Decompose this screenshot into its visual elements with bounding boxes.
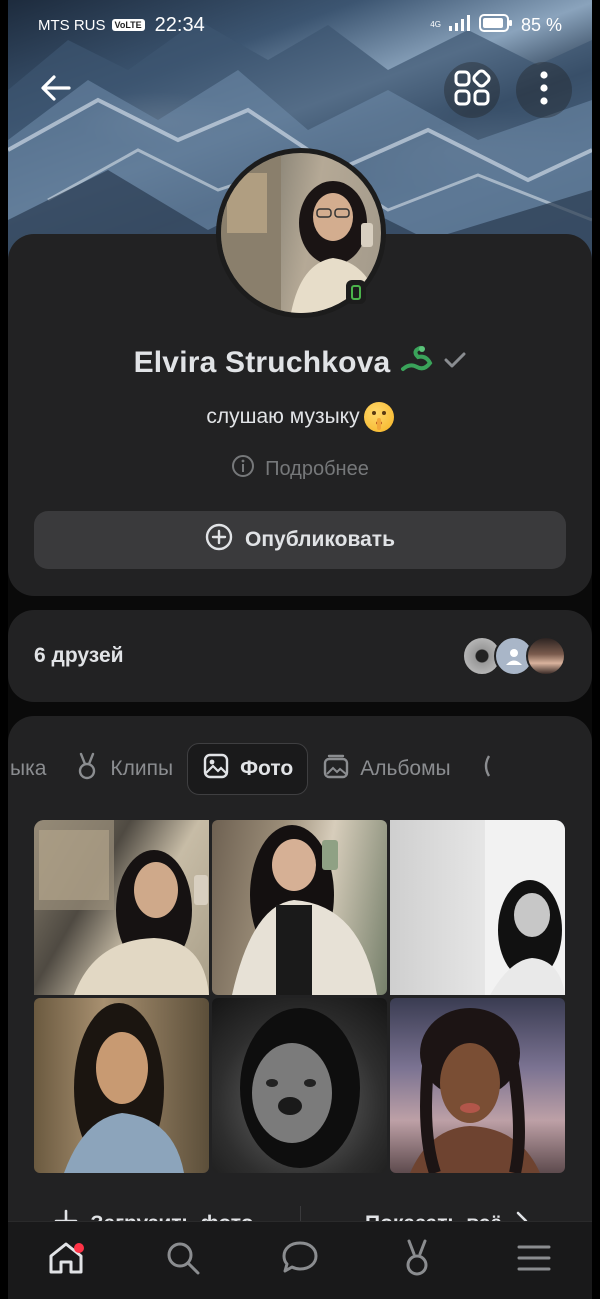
tab-albums-label: Альбомы	[360, 757, 451, 780]
add-circle-icon	[205, 523, 233, 557]
friend-avatar	[526, 636, 566, 676]
profile-status[interactable]: слушаю музыку	[8, 402, 592, 432]
nav-messages[interactable]	[270, 1231, 330, 1291]
screen-edge-right	[592, 0, 600, 1299]
profile-name-row: Elvira Struchkova	[8, 345, 592, 380]
bottom-navigation	[8, 1221, 592, 1299]
tab-clips-label: Клипы	[110, 757, 174, 780]
tab-albums[interactable]: Альбомы	[308, 743, 464, 795]
details-link[interactable]: Подробнее	[8, 454, 592, 484]
messages-icon	[280, 1239, 320, 1282]
photo-icon	[202, 752, 230, 786]
network-type: 4G	[430, 20, 441, 29]
online-mobile-indicator	[346, 280, 366, 304]
nav-clips[interactable]	[387, 1231, 447, 1291]
info-icon	[231, 454, 255, 484]
photo-thumbnail[interactable]	[212, 820, 387, 995]
nav-menu[interactable]	[504, 1231, 564, 1291]
menu-icon	[516, 1243, 552, 1278]
friends-count: 6 друзей	[34, 644, 124, 667]
back-button[interactable]	[28, 62, 84, 118]
albums-icon	[322, 752, 350, 786]
search-icon	[164, 1239, 202, 1282]
media-tabs: ыка Клипы Фото Альбомы	[8, 742, 592, 796]
clips-icon	[74, 752, 100, 786]
dragon-emoji-icon	[400, 345, 434, 380]
shushing-face-emoji-icon	[363, 402, 394, 432]
arrow-left-icon	[39, 73, 73, 108]
friends-card[interactable]: 6 друзей	[8, 610, 592, 702]
carrier-name: MTS RUS	[38, 16, 106, 34]
publish-label: Опубликовать	[245, 528, 395, 551]
photo-thumbnail[interactable]	[390, 820, 565, 995]
photo-thumbnail[interactable]	[390, 998, 565, 1173]
details-label: Подробнее	[265, 457, 369, 480]
apps-grid-icon	[453, 68, 491, 112]
tab-more-partial[interactable]	[465, 743, 507, 795]
services-button[interactable]	[444, 62, 500, 118]
battery-percent: 85 %	[520, 14, 562, 35]
clips-icon	[400, 1238, 434, 1283]
more-vertical-icon	[540, 70, 548, 110]
publish-button[interactable]: Опубликовать	[34, 511, 566, 569]
status-text: слушаю музыку	[206, 405, 360, 428]
system-status-bar: MTS RUS VoLTE 22:34 4G 85 %	[8, 0, 592, 50]
user-placeholder-icon	[506, 649, 522, 665]
tab-music-label: ыка	[10, 757, 47, 780]
photo-thumbnail[interactable]	[34, 998, 209, 1173]
media-card: ыка Клипы Фото Альбомы	[8, 716, 592, 1299]
tab-photos-label: Фото	[240, 757, 294, 780]
nav-search[interactable]	[153, 1231, 213, 1291]
clock: 22:34	[154, 13, 205, 36]
friend-avatars	[462, 636, 566, 676]
photo-thumbnail[interactable]	[34, 820, 209, 995]
nav-home[interactable]	[36, 1231, 96, 1291]
photo-grid	[34, 820, 566, 1173]
verified-check-icon	[444, 351, 466, 374]
more-button[interactable]	[516, 62, 572, 118]
tab-clips[interactable]: Клипы	[60, 743, 187, 795]
photo-thumbnail[interactable]	[212, 998, 387, 1173]
volte-badge: VoLTE	[111, 19, 145, 31]
signal-icon	[448, 14, 471, 36]
partial-tab-icon	[479, 752, 493, 786]
tab-music[interactable]: ыка	[8, 743, 60, 795]
notification-dot	[74, 1242, 85, 1253]
battery-icon	[478, 13, 513, 37]
profile-name: Elvira Struchkova	[133, 345, 391, 379]
tab-photos[interactable]: Фото	[187, 743, 309, 795]
screen-edge-left	[0, 0, 8, 1299]
